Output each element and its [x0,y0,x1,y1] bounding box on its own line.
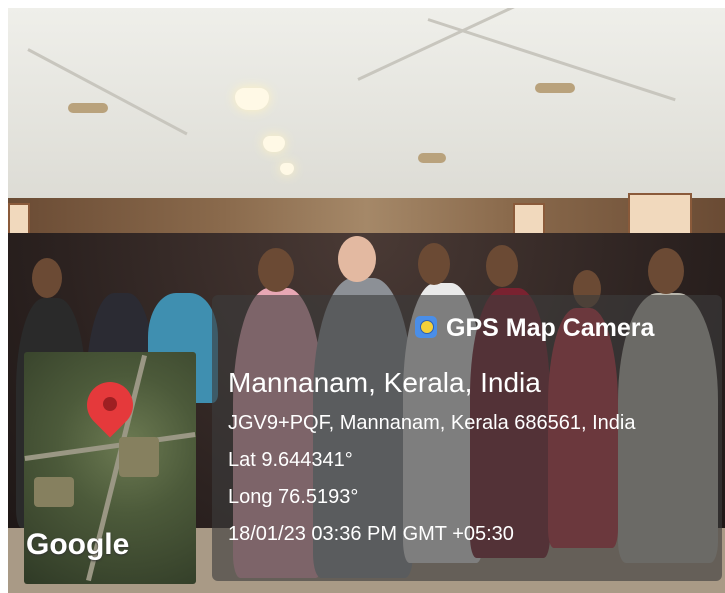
ceiling-lamp [235,88,269,110]
head [258,248,294,292]
head [418,243,450,285]
map-area [34,477,74,507]
photo-frame: Google GPS Map Camera Mannanam, Kerala, … [0,0,725,593]
location-pin-center [103,397,117,411]
head [32,258,62,298]
map-thumbnail[interactable]: Google [24,352,196,584]
datetime: 18/01/23 03:36 PM GMT +05:30 [228,523,514,545]
ceiling-lamp [263,136,285,152]
place-name: Mannanam, Kerala, India [228,367,541,398]
head [486,245,518,287]
address: JGV9+PQF, Mannanam, Kerala 686561, India [228,412,636,434]
ceiling-fan [418,153,446,163]
gps-camera-icon [415,316,437,338]
app-title: GPS Map Camera [446,314,655,342]
ceiling-fan [535,83,575,93]
head [648,248,684,294]
ceiling [8,8,725,208]
map-area [119,437,159,477]
head [338,236,376,282]
map-attribution: Google [26,528,130,561]
ceiling-fan [68,103,108,113]
longitude: Long 76.5193° [228,486,359,508]
latitude: Lat 9.644341° [228,449,353,471]
